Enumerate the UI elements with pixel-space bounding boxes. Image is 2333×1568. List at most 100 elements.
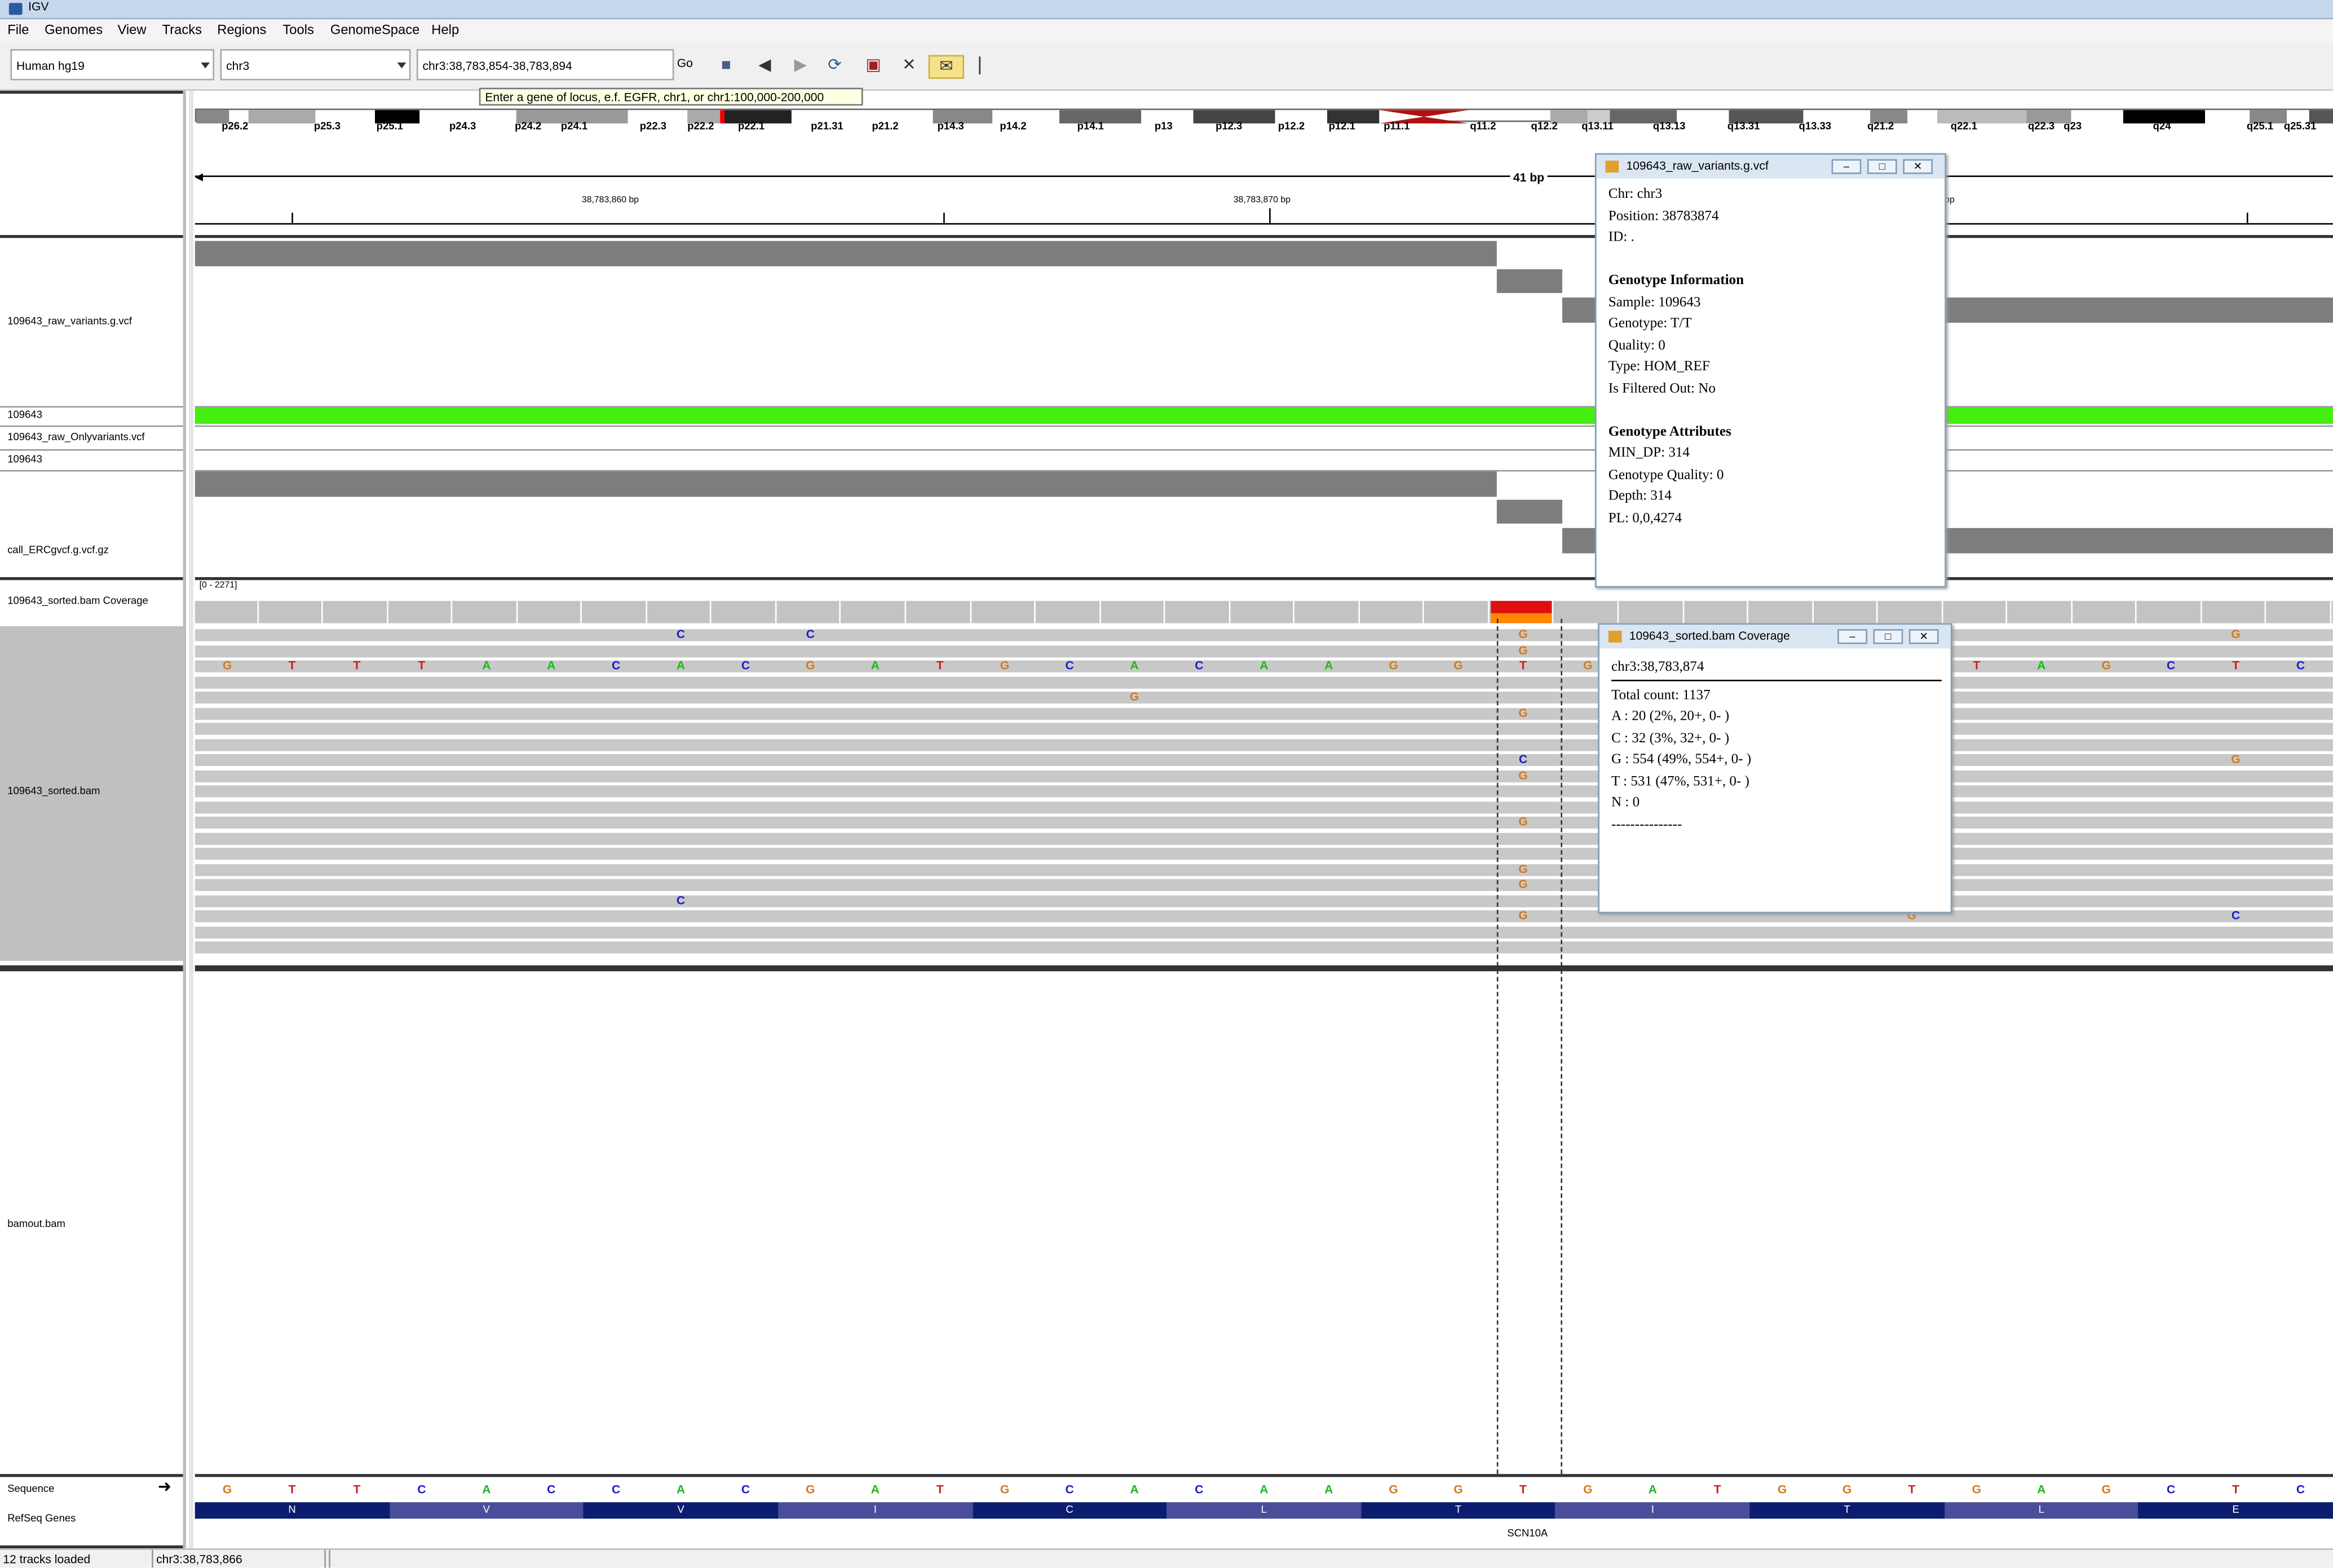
coverage-bar[interactable]: [1685, 601, 1748, 623]
panel-divider[interactable]: [183, 90, 186, 1549]
minimize-button[interactable]: –: [1831, 159, 1862, 174]
coverage-bar[interactable]: [1231, 601, 1295, 623]
gene-name-label[interactable]: SCN10A: [1507, 1529, 1548, 1539]
menu-tools[interactable]: Tools: [282, 23, 313, 37]
read-row[interactable]: [195, 785, 2333, 798]
read-row[interactable]: [195, 801, 2333, 813]
coverage-bar[interactable]: [973, 601, 1036, 623]
coverage-bar[interactable]: [454, 601, 518, 623]
popup-title-bar[interactable]: 109643_sorted.bam Coverage – □ ✕: [1599, 624, 1951, 649]
coverage-bar[interactable]: [1620, 601, 1684, 623]
gvcf-variant-site[interactable]: [1496, 269, 1562, 293]
popup-info-icon[interactable]: ✉: [928, 55, 965, 79]
alignment-reads[interactable]: GTTTAACACGATGCACAAGGTGTAGCTCCCGGGGGCGGGG…: [195, 628, 2333, 965]
menu-tracks[interactable]: Tracks: [162, 23, 202, 37]
coverage-bar[interactable]: [584, 601, 647, 623]
coverage-bar[interactable]: [2268, 601, 2332, 623]
menu-genomes[interactable]: Genomes: [45, 23, 103, 37]
forward-arrow-icon[interactable]: ▶: [790, 55, 811, 76]
read-row[interactable]: [195, 769, 2333, 782]
go-button[interactable]: Go: [677, 56, 693, 70]
read-row[interactable]: [195, 925, 2333, 938]
genotype-bar-hom-ref[interactable]: [195, 407, 2333, 424]
coverage-bar[interactable]: [648, 601, 712, 623]
menu-view[interactable]: View: [117, 23, 146, 37]
coverage-bar[interactable]: [778, 601, 842, 623]
coverage-bar[interactable]: [1361, 601, 1425, 623]
coverage-bar[interactable]: [1166, 601, 1230, 623]
read-row[interactable]: [195, 629, 2333, 641]
track-label-sequence[interactable]: Sequence: [7, 1485, 54, 1495]
close-button[interactable]: ✕: [1903, 159, 1933, 174]
coverage-bar[interactable]: [1491, 601, 1554, 623]
popup-title-bar[interactable]: 109643_raw_variants.g.vcf – □ ✕: [1596, 154, 1945, 179]
coverage-bar[interactable]: [2009, 601, 2073, 623]
refseq-gene-feature[interactable]: NVVICLTITLE: [195, 1502, 2333, 1519]
read-row[interactable]: [195, 816, 2333, 829]
minimize-button[interactable]: –: [1837, 629, 1867, 644]
read-row[interactable]: [195, 676, 2333, 688]
coverage-bar[interactable]: [1750, 601, 1813, 623]
read-row[interactable]: [195, 723, 2333, 735]
home-icon[interactable]: ■: [715, 55, 736, 76]
track-label-refseq[interactable]: RefSeq Genes: [7, 1514, 76, 1525]
coverage-bar[interactable]: [713, 601, 777, 623]
coverage-bar[interactable]: [1880, 601, 1943, 623]
read-row[interactable]: [195, 832, 2333, 844]
coverage-bar[interactable]: [1944, 601, 2008, 623]
coverage-bar[interactable]: [1037, 601, 1101, 623]
fit-window-icon[interactable]: ✕: [899, 55, 920, 76]
reference-sequence[interactable]: GTTCACCACGATGCACAAGGTGATGGTGAGCTC: [195, 1483, 2333, 1501]
erc-variant-site[interactable]: [1496, 499, 1562, 524]
read-row[interactable]: [195, 692, 2333, 704]
ruler-toggle[interactable]: [979, 56, 981, 74]
track-label-only-vcf[interactable]: 109643_raw_Onlyvariants.vcf: [7, 433, 144, 443]
read-row[interactable]: [195, 910, 2333, 923]
read-row[interactable]: [195, 738, 2333, 751]
strand-arrow-icon[interactable]: ➜: [158, 1479, 171, 1495]
erc-block[interactable]: [195, 471, 1497, 497]
track-label-sample2[interactable]: 109643: [7, 455, 42, 466]
read-row[interactable]: [195, 863, 2333, 876]
genome-select[interactable]: Human hg19: [10, 49, 215, 81]
coverage-bar[interactable]: [1296, 601, 1360, 623]
track-label-bam[interactable]: 109643_sorted.bam: [7, 787, 100, 797]
coverage-bar[interactable]: [908, 601, 971, 623]
coverage-bar[interactable]: [519, 601, 582, 623]
maximize-button[interactable]: □: [1873, 629, 1903, 644]
read-row[interactable]: [195, 941, 2333, 954]
track-label-coverage[interactable]: 109643_sorted.bam Coverage: [7, 596, 148, 606]
track-label-bamout[interactable]: bamout.bam: [7, 1220, 65, 1230]
coverage-bar[interactable]: [1102, 601, 1165, 623]
menu-genomespace[interactable]: GenomeSpace: [330, 23, 419, 37]
read-row[interactable]: [195, 707, 2333, 719]
chromosome-select[interactable]: chr3: [220, 49, 411, 81]
coverage-bar[interactable]: [260, 601, 323, 623]
menu-regions[interactable]: Regions: [217, 23, 266, 37]
coverage-bar[interactable]: [2203, 601, 2267, 623]
track-label-erc-vcf[interactable]: call_ERCgvcf.g.vcf.gz: [7, 546, 109, 556]
gvcf-block[interactable]: [195, 241, 1497, 267]
coverage-bar[interactable]: [2138, 601, 2202, 623]
coverage-bar[interactable]: [1556, 601, 1619, 623]
track-label-sample1[interactable]: 109643: [7, 410, 42, 420]
read-row[interactable]: [195, 879, 2333, 891]
locus-input[interactable]: chr3:38,783,854-38,783,894: [416, 49, 674, 81]
chromosome-ideogram[interactable]: [195, 108, 2333, 124]
track-label-raw-vcf[interactable]: 109643_raw_variants.g.vcf: [7, 317, 132, 327]
coverage-histogram[interactable]: [195, 601, 2333, 623]
read-row[interactable]: [195, 848, 2333, 860]
coverage-bar[interactable]: [843, 601, 907, 623]
coverage-bar[interactable]: [1815, 601, 1878, 623]
coverage-bar[interactable]: [389, 601, 453, 623]
menu-file[interactable]: File: [7, 23, 29, 37]
coverage-bar[interactable]: [195, 601, 258, 623]
read-row[interactable]: [195, 645, 2333, 657]
coverage-bar[interactable]: [325, 601, 388, 623]
read-row[interactable]: [195, 754, 2333, 767]
region-navigator-icon[interactable]: ▣: [863, 55, 884, 76]
read-row[interactable]: [195, 894, 2333, 907]
refresh-icon[interactable]: ⟳: [824, 55, 845, 76]
coverage-bar[interactable]: [2074, 601, 2137, 623]
maximize-button[interactable]: □: [1867, 159, 1897, 174]
